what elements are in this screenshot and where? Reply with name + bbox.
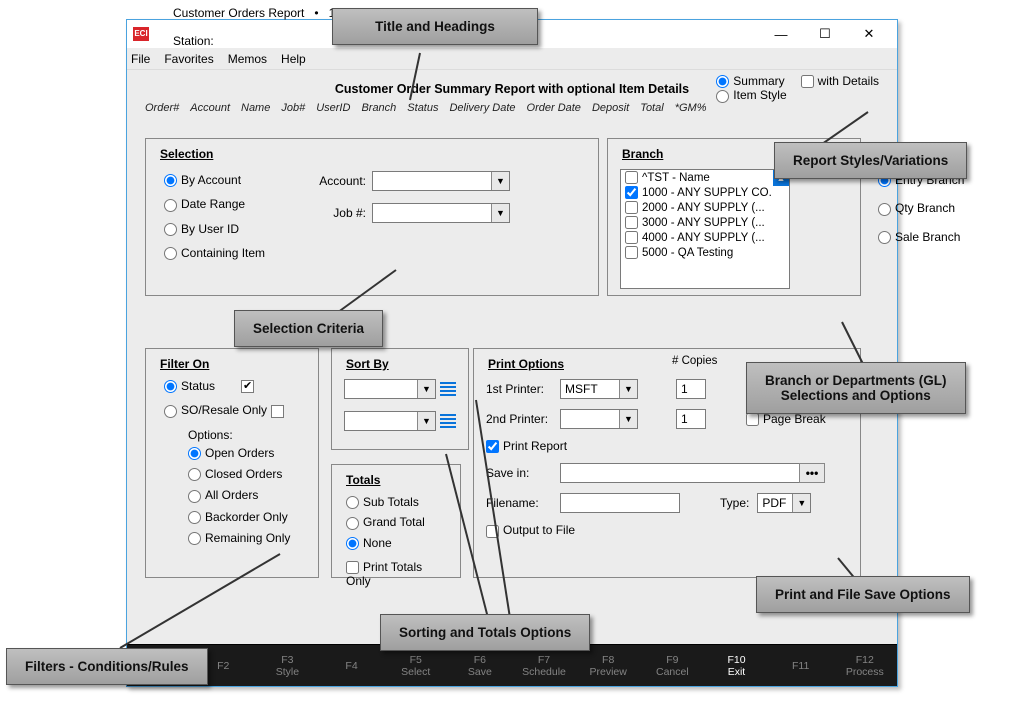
- all-orders-radio[interactable]: All Orders: [188, 488, 306, 502]
- date-range-radio[interactable]: Date Range: [164, 197, 298, 211]
- eci-logo: ECI: [133, 27, 149, 41]
- callout-selection: Selection Criteria: [234, 310, 383, 347]
- so-resale-radio[interactable]: SO/Resale Only: [164, 403, 306, 417]
- copies-label: # Copies: [672, 355, 717, 367]
- branch-item[interactable]: 2000 - ANY SUPPLY (...: [621, 200, 789, 215]
- chevron-down-icon[interactable]: ▼: [417, 412, 435, 430]
- close-button[interactable]: ✕: [847, 20, 891, 48]
- callout-branch: Branch or Departments (GL) Selections an…: [746, 362, 966, 414]
- branch-item[interactable]: 5000 - QA Testing: [621, 245, 789, 260]
- f9-key[interactable]: F9Cancel: [643, 654, 701, 678]
- filename-label: Filename:: [486, 496, 560, 510]
- menu-memos[interactable]: Memos: [228, 52, 267, 66]
- maximize-button[interactable]: ☐: [803, 20, 847, 48]
- printer1-label: 1st Printer:: [486, 382, 560, 396]
- sale-branch-radio[interactable]: Sale Branch: [878, 230, 988, 244]
- status-check[interactable]: [241, 380, 254, 393]
- chevron-down-icon[interactable]: ▼: [619, 410, 637, 428]
- f7-key[interactable]: F7Schedule: [515, 654, 573, 678]
- save-in-label: Save in:: [486, 466, 560, 480]
- chevron-down-icon[interactable]: ▼: [491, 204, 509, 222]
- none-radio[interactable]: None: [346, 536, 448, 550]
- minimize-button[interactable]: —: [759, 20, 803, 48]
- sort2-combo[interactable]: ▼: [344, 411, 436, 431]
- menu-file[interactable]: File: [131, 52, 150, 66]
- branch-item[interactable]: ^TST - Name: [621, 170, 789, 185]
- sort-options-icon[interactable]: [440, 411, 456, 431]
- copies1-input[interactable]: [676, 379, 706, 399]
- branch-item[interactable]: 4000 - ANY SUPPLY (...: [621, 230, 789, 245]
- f6-key[interactable]: F6Save: [451, 654, 509, 678]
- callout-sort-totals: Sorting and Totals Options: [380, 614, 590, 651]
- chevron-down-icon[interactable]: ▼: [619, 380, 637, 398]
- account-combo[interactable]: ▼: [372, 171, 510, 191]
- print-totals-only-check[interactable]: Print Totals Only: [346, 560, 448, 588]
- f8-key[interactable]: F8Preview: [579, 654, 637, 678]
- browse-button[interactable]: •••: [799, 463, 825, 483]
- totals-group: Totals Sub Totals Grand Total None Print…: [331, 464, 461, 578]
- column-labels: Order# Account Name Job# UserID Branch S…: [145, 102, 879, 114]
- branch-item[interactable]: 3000 - ANY SUPPLY (...: [621, 215, 789, 230]
- account-label: Account:: [302, 174, 372, 188]
- menu-help[interactable]: Help: [281, 52, 306, 66]
- sort-group: Sort By ▼ ▼: [331, 348, 469, 450]
- closed-orders-radio[interactable]: Closed Orders: [188, 467, 306, 481]
- f11-key[interactable]: F11: [772, 660, 830, 672]
- branch-list[interactable]: ▲ ^TST - Name 1000 - ANY SUPPLY CO. 2000…: [620, 169, 790, 289]
- report-style-options: Summary Item Style with Details: [716, 74, 879, 103]
- printer2-label: 2nd Printer:: [486, 412, 560, 426]
- filter-legend: Filter On: [158, 357, 306, 371]
- selection-legend: Selection: [158, 147, 586, 161]
- item-style-radio[interactable]: Item Style: [716, 88, 786, 102]
- menu-favorites[interactable]: Favorites: [164, 52, 213, 66]
- menubar: File Favorites Memos Help: [127, 48, 897, 70]
- filename-input[interactable]: [560, 493, 680, 513]
- printer2-combo[interactable]: ▼: [560, 409, 638, 429]
- sub-totals-radio[interactable]: Sub Totals: [346, 495, 448, 509]
- save-in-input[interactable]: [560, 463, 800, 483]
- selection-group: Selection By Account Date Range By User …: [145, 138, 599, 296]
- copies2-input[interactable]: [676, 409, 706, 429]
- print-report-check[interactable]: Print Report: [486, 439, 567, 453]
- job-label: Job #:: [302, 206, 372, 220]
- open-orders-radio[interactable]: Open Orders: [188, 446, 306, 460]
- sort-options-icon[interactable]: [440, 379, 456, 399]
- backorder-only-radio[interactable]: Backorder Only: [188, 510, 306, 524]
- callout-title: Title and Headings: [332, 8, 538, 45]
- so-resale-check[interactable]: [271, 405, 284, 418]
- containing-item-radio[interactable]: Containing Item: [164, 246, 298, 260]
- f10-key[interactable]: F10Exit: [707, 654, 765, 678]
- chevron-down-icon[interactable]: ▼: [792, 494, 810, 512]
- by-account-radio[interactable]: By Account: [164, 173, 298, 187]
- chevron-down-icon[interactable]: ▼: [417, 380, 435, 398]
- chevron-down-icon[interactable]: ▼: [491, 172, 509, 190]
- printer1-combo[interactable]: ▼: [560, 379, 638, 399]
- callout-print: Print and File Save Options: [756, 576, 970, 613]
- status-radio[interactable]: Status: [164, 379, 306, 393]
- f12-key[interactable]: F12Process: [836, 654, 894, 678]
- callout-report-styles: Report Styles/Variations: [774, 142, 967, 179]
- f3-key[interactable]: F3Style: [258, 654, 316, 678]
- summary-radio[interactable]: Summary: [716, 74, 786, 88]
- f4-key[interactable]: F4: [323, 660, 381, 672]
- sort1-combo[interactable]: ▼: [344, 379, 436, 399]
- type-label: Type:: [720, 496, 749, 510]
- options-label: Options:: [188, 428, 306, 442]
- filter-group: Filter On Status SO/Resale Only Options:…: [145, 348, 319, 578]
- grand-total-radio[interactable]: Grand Total: [346, 515, 448, 529]
- callout-filter: Filters - Conditions/Rules: [6, 648, 208, 685]
- f5-key[interactable]: F5Select: [387, 654, 445, 678]
- output-to-file-check[interactable]: Output to File: [486, 523, 575, 537]
- with-details-check[interactable]: with Details: [801, 74, 879, 88]
- qty-branch-radio[interactable]: Qty Branch: [878, 201, 988, 215]
- totals-legend: Totals: [344, 473, 448, 487]
- type-combo[interactable]: ▼: [757, 493, 811, 513]
- sort-legend: Sort By: [344, 357, 456, 371]
- by-user-radio[interactable]: By User ID: [164, 222, 298, 236]
- branch-item[interactable]: 1000 - ANY SUPPLY CO.: [621, 185, 789, 200]
- remaining-only-radio[interactable]: Remaining Only: [188, 531, 306, 545]
- job-combo[interactable]: ▼: [372, 203, 510, 223]
